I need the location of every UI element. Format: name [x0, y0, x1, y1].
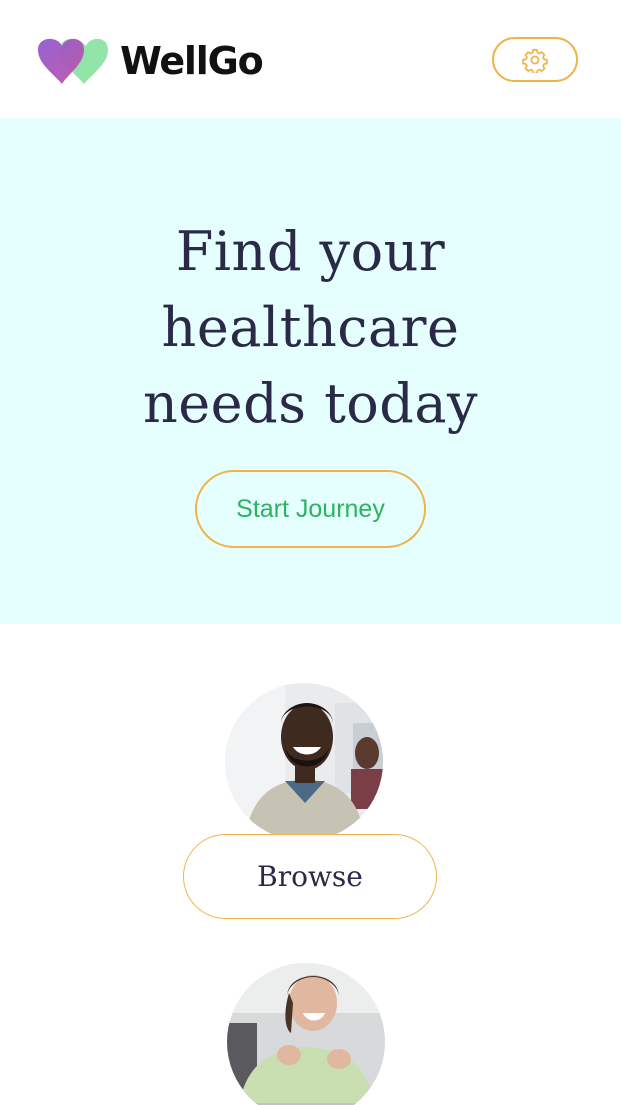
browse-button[interactable]: Browse — [183, 834, 437, 919]
hero-title: Find your healthcare needs today — [0, 214, 621, 442]
smiling-man-image — [225, 683, 383, 841]
hero-section: Find your healthcare needs today Start J… — [0, 118, 621, 624]
hero-title-line: healthcare — [161, 296, 460, 359]
hero-title-line: Find your — [175, 220, 446, 283]
brand-name: WellGo — [120, 39, 264, 83]
brand-logo[interactable]: WellGo — [38, 36, 264, 86]
hero-title-line: needs today — [142, 372, 479, 435]
settings-button[interactable] — [492, 37, 578, 82]
laughing-woman-image — [227, 963, 385, 1105]
start-journey-button[interactable]: Start Journey — [195, 470, 426, 548]
gear-icon — [522, 48, 548, 73]
two-hearts-icon — [38, 38, 108, 84]
laughing-woman-avatar — [227, 963, 385, 1105]
smiling-man-avatar — [225, 683, 383, 841]
page: WellGo Find your healthcare needs today … — [0, 0, 621, 1105]
header: WellGo — [0, 0, 621, 118]
